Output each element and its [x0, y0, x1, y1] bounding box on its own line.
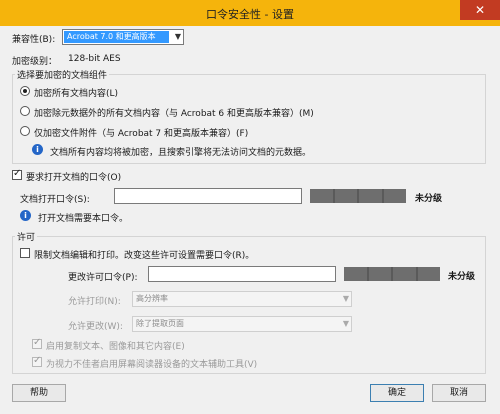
- dialog-window: 口令安全性 - 设置 ✕ 兼容性(B): Acrobat 7.0 和更高版本 ▼…: [0, 0, 500, 414]
- dialog-content: 兼容性(B): Acrobat 7.0 和更高版本 ▼ 加密级别： 128-bi…: [8, 26, 492, 406]
- allow-changes-select[interactable]: 除了提取页面 ▼: [132, 316, 352, 332]
- ok-button[interactable]: 确定: [370, 384, 424, 402]
- enable-copy-checkbox[interactable]: [32, 337, 42, 349]
- allow-printing-select[interactable]: 高分辨率 ▼: [132, 291, 352, 307]
- help-button[interactable]: 帮助: [12, 384, 66, 402]
- chevron-down-icon: ▼: [342, 294, 349, 303]
- open-password-strength-text: 未分级: [415, 194, 443, 204]
- info-icon: i: [32, 144, 43, 155]
- components-info-text: 文档所有内容均将被加密，且搜索引擎将无法访问文档的元数据。: [50, 148, 312, 158]
- change-password-strength-meter: [344, 267, 440, 281]
- radio-encrypt-attachments-label[interactable]: 仅加密文件附件（与 Acrobat 7 和更高版本兼容）(F): [34, 126, 248, 139]
- radio-encrypt-except-metadata-label[interactable]: 加密除元数据外的所有文档内容（与 Acrobat 6 和更高版本兼容）(M): [34, 106, 314, 119]
- info-icon: i: [20, 210, 31, 221]
- compatibility-selected-value: Acrobat 7.0 和更高版本: [64, 31, 169, 43]
- open-password-info-text: 打开文档需要本口令。: [38, 214, 129, 224]
- open-password-label: 文档打开口令(S):: [20, 195, 90, 205]
- require-open-password-label[interactable]: 要求打开文档的口令(O): [26, 170, 121, 183]
- radio-encrypt-all-label[interactable]: 加密所有文档内容(L): [34, 86, 118, 99]
- allow-printing-label: 允许打印(N):: [68, 297, 121, 307]
- allow-printing-value: 高分辨率: [136, 294, 168, 303]
- chevron-down-icon: ▼: [174, 32, 181, 41]
- radio-encrypt-except-metadata[interactable]: [20, 106, 30, 116]
- change-password-label: 更改许可口令(P):: [68, 273, 138, 283]
- enable-accessibility-label[interactable]: 为视力不佳者启用屏幕阅读器设备的文本辅助工具(V): [46, 357, 257, 370]
- change-password-field[interactable]: [148, 266, 336, 282]
- compatibility-label: 兼容性(B):: [12, 35, 56, 45]
- cancel-button[interactable]: 取消: [432, 384, 486, 402]
- components-group-title: 选择要加密的文档组件: [15, 68, 110, 81]
- restrict-editing-checkbox[interactable]: [20, 248, 30, 258]
- radio-encrypt-all[interactable]: [20, 86, 30, 96]
- window-title: 口令安全性 - 设置: [206, 8, 294, 21]
- radio-encrypt-attachments[interactable]: [20, 126, 30, 136]
- chevron-down-icon: ▼: [342, 319, 349, 328]
- encryption-level-label: 加密级别：: [12, 57, 58, 67]
- require-open-password-checkbox[interactable]: [12, 168, 22, 180]
- open-password-strength-meter: [310, 189, 406, 203]
- permissions-group-title: 许可: [15, 230, 38, 243]
- restrict-editing-label[interactable]: 限制文档编辑和打印。改变这些许可设置需要口令(R)。: [34, 248, 254, 261]
- allow-changes-value: 除了提取页面: [136, 319, 184, 328]
- open-password-field[interactable]: [114, 188, 302, 204]
- enable-copy-label[interactable]: 启用复制文本、图像和其它内容(E): [46, 339, 185, 352]
- close-button[interactable]: ✕: [460, 0, 500, 20]
- change-password-strength-text: 未分级: [448, 272, 476, 282]
- title-bar: 口令安全性 - 设置 ✕: [0, 0, 500, 26]
- enable-accessibility-checkbox[interactable]: [32, 355, 42, 367]
- allow-changes-label: 允许更改(W):: [68, 322, 123, 332]
- encryption-level-value: 128-bit AES: [68, 54, 121, 64]
- compatibility-select[interactable]: Acrobat 7.0 和更高版本 ▼: [62, 29, 184, 45]
